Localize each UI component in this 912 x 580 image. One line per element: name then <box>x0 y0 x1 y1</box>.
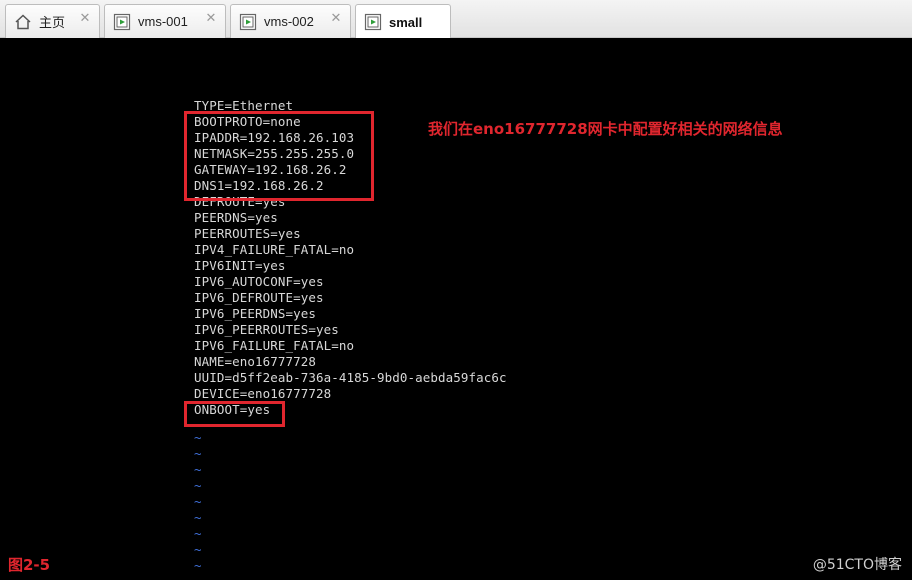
figure-label: 图2-5 <box>8 556 51 574</box>
config-line-peerroutes: PEERROUTES=yes <box>194 226 301 241</box>
config-line-ipv4-failure: IPV4_FAILURE_FATAL=no <box>194 242 355 257</box>
vim-tilde: ~ <box>194 526 202 541</box>
vm-icon <box>112 12 132 32</box>
tab-label: small <box>389 14 423 30</box>
tab-home[interactable]: 主页 ✕ <box>5 4 100 38</box>
watermark: @51CTO博客 <box>812 557 902 573</box>
tab-bar: 主页 ✕ vms-001 ✕ vms-002 ✕ small <box>0 0 912 39</box>
vim-tilde: ~ <box>194 494 202 509</box>
vim-tilde: ~ <box>194 430 202 445</box>
close-icon[interactable]: ✕ <box>330 12 342 25</box>
tab-small[interactable]: small <box>355 4 451 39</box>
config-line-ipv6-defroute: IPV6_DEFROUTE=yes <box>194 290 324 305</box>
tab-label: vms-001 <box>138 14 188 29</box>
vim-tilde: ~ <box>194 542 202 557</box>
config-line-ipv6-peerroutes: IPV6_PEERROUTES=yes <box>194 322 339 337</box>
tab-vms-001[interactable]: vms-001 ✕ <box>104 4 226 38</box>
config-line-peerdns: PEERDNS=yes <box>194 210 278 225</box>
annotation-text: 我们在eno16777728网卡中配置好相关的网络信息 <box>428 120 783 138</box>
vim-tilde: ~ <box>194 462 202 477</box>
network-config-highlight-box <box>184 111 374 201</box>
close-icon[interactable]: ✕ <box>79 12 91 25</box>
config-line-uuid: UUID=d5ff2eab-736a-4185-9bd0-aebda59fac6… <box>194 370 507 385</box>
vim-tilde: ~ <box>194 510 202 525</box>
vm-icon <box>363 12 383 32</box>
home-icon <box>13 12 33 32</box>
config-line-name: NAME=eno16777728 <box>194 354 317 369</box>
tab-vms-002[interactable]: vms-002 ✕ <box>230 4 351 38</box>
vim-tilde: ~ <box>194 446 202 461</box>
vim-tilde: ~ <box>194 558 202 573</box>
close-icon[interactable]: ✕ <box>205 12 217 25</box>
tab-label: 主页 <box>39 15 66 30</box>
config-line-ipv6-failure: IPV6_FAILURE_FATAL=no <box>194 338 355 353</box>
config-line-ipv6-autoconf: IPV6_AUTOCONF=yes <box>194 274 324 289</box>
tab-label: vms-002 <box>264 14 314 29</box>
config-line-ipv6-peerdns: IPV6_PEERDNS=yes <box>194 306 317 321</box>
config-line-device: DEVICE=eno16777728 <box>194 386 332 401</box>
config-line-ipv6init: IPV6INIT=yes <box>194 258 286 273</box>
vm-icon <box>238 12 258 32</box>
onboot-highlight-box <box>184 401 285 427</box>
vim-tilde: ~ <box>194 478 202 493</box>
